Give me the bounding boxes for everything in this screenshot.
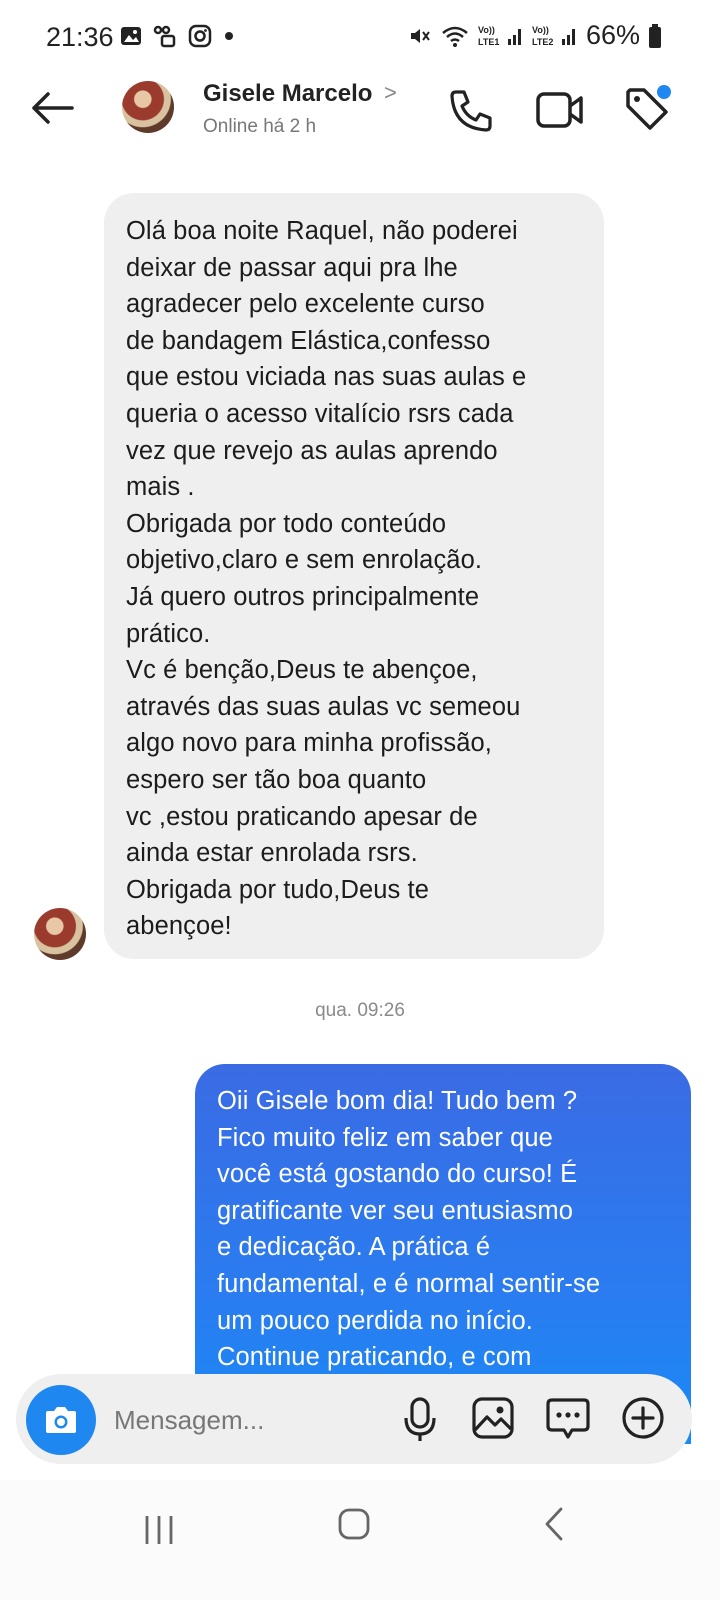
camera-icon: [46, 1407, 76, 1433]
battery-percent: 66%: [585, 20, 640, 50]
system-nav-bar: [0, 1480, 720, 1600]
link-icon: [152, 24, 178, 48]
instagram-icon: [188, 24, 212, 48]
dot-icon: [222, 29, 236, 43]
home-icon: [338, 1508, 370, 1540]
status-left-icons: [120, 24, 236, 48]
video-call-button[interactable]: [535, 88, 585, 132]
message-composer: [16, 1374, 692, 1464]
svg-text:Vo)): Vo)): [478, 25, 495, 35]
recents-icon: [145, 1516, 173, 1544]
plus-circle-icon: [622, 1397, 664, 1439]
contact-name[interactable]: Gisele Marcelo: [203, 80, 372, 108]
sender-avatar[interactable]: [34, 908, 86, 960]
incoming-message-text: Olá boa noite Raquel, não poderei deixar…: [126, 217, 527, 941]
more-options-button[interactable]: [619, 1394, 667, 1442]
microphone-icon: [404, 1397, 436, 1441]
call-button[interactable]: [446, 86, 496, 134]
svg-text:Vo)): Vo)): [532, 25, 549, 35]
tag-icon: [626, 85, 671, 130]
chevron-left-icon: [545, 1507, 563, 1541]
back-button[interactable]: [26, 86, 78, 130]
contact-avatar[interactable]: [122, 81, 174, 133]
contact-status: Online há 2 h: [203, 116, 317, 137]
battery-icon: [648, 23, 662, 49]
video-camera-icon: [536, 92, 583, 128]
arrow-left-icon: [32, 92, 74, 124]
gallery-button[interactable]: [471, 1396, 515, 1440]
chat-header: Gisele Marcelo > Online há 2 h: [0, 76, 720, 176]
svg-text:LTE2: LTE2: [532, 37, 553, 47]
wifi-icon: [440, 24, 470, 48]
status-time: 21:36: [46, 22, 114, 52]
recent-apps-button[interactable]: [139, 1510, 179, 1550]
system-back-button[interactable]: [535, 1504, 575, 1544]
message-timestamp: qua. 09:26: [315, 1000, 405, 1021]
message-input[interactable]: [112, 1396, 386, 1444]
status-bar: 21:36 Vo)) LTE1 Vo)) LTE2 66%: [0, 0, 720, 76]
image-icon: [472, 1397, 514, 1439]
mute-icon: [408, 24, 432, 48]
label-button[interactable]: [622, 82, 674, 134]
camera-button[interactable]: [26, 1385, 96, 1455]
chat-bubble-icon: [546, 1398, 590, 1439]
status-right-icons: Vo)) LTE1 Vo)) LTE2 66%: [408, 20, 662, 51]
chevron-right-icon[interactable]: >: [384, 80, 397, 106]
home-button[interactable]: [334, 1504, 374, 1544]
voice-message-button[interactable]: [400, 1396, 440, 1444]
image-icon: [120, 25, 142, 47]
outgoing-message-text: Oii Gisele bom dia! Tudo bem ? Fico muit…: [217, 1087, 601, 1372]
signal-lte2-icon: Vo)) LTE2: [532, 23, 578, 49]
phone-icon: [450, 90, 492, 132]
sticker-button[interactable]: [544, 1394, 592, 1442]
svg-text:LTE1: LTE1: [478, 37, 499, 47]
signal-lte1-icon: Vo)) LTE1: [478, 23, 524, 49]
incoming-message-bubble[interactable]: Olá boa noite Raquel, não poderei deixar…: [104, 193, 604, 959]
